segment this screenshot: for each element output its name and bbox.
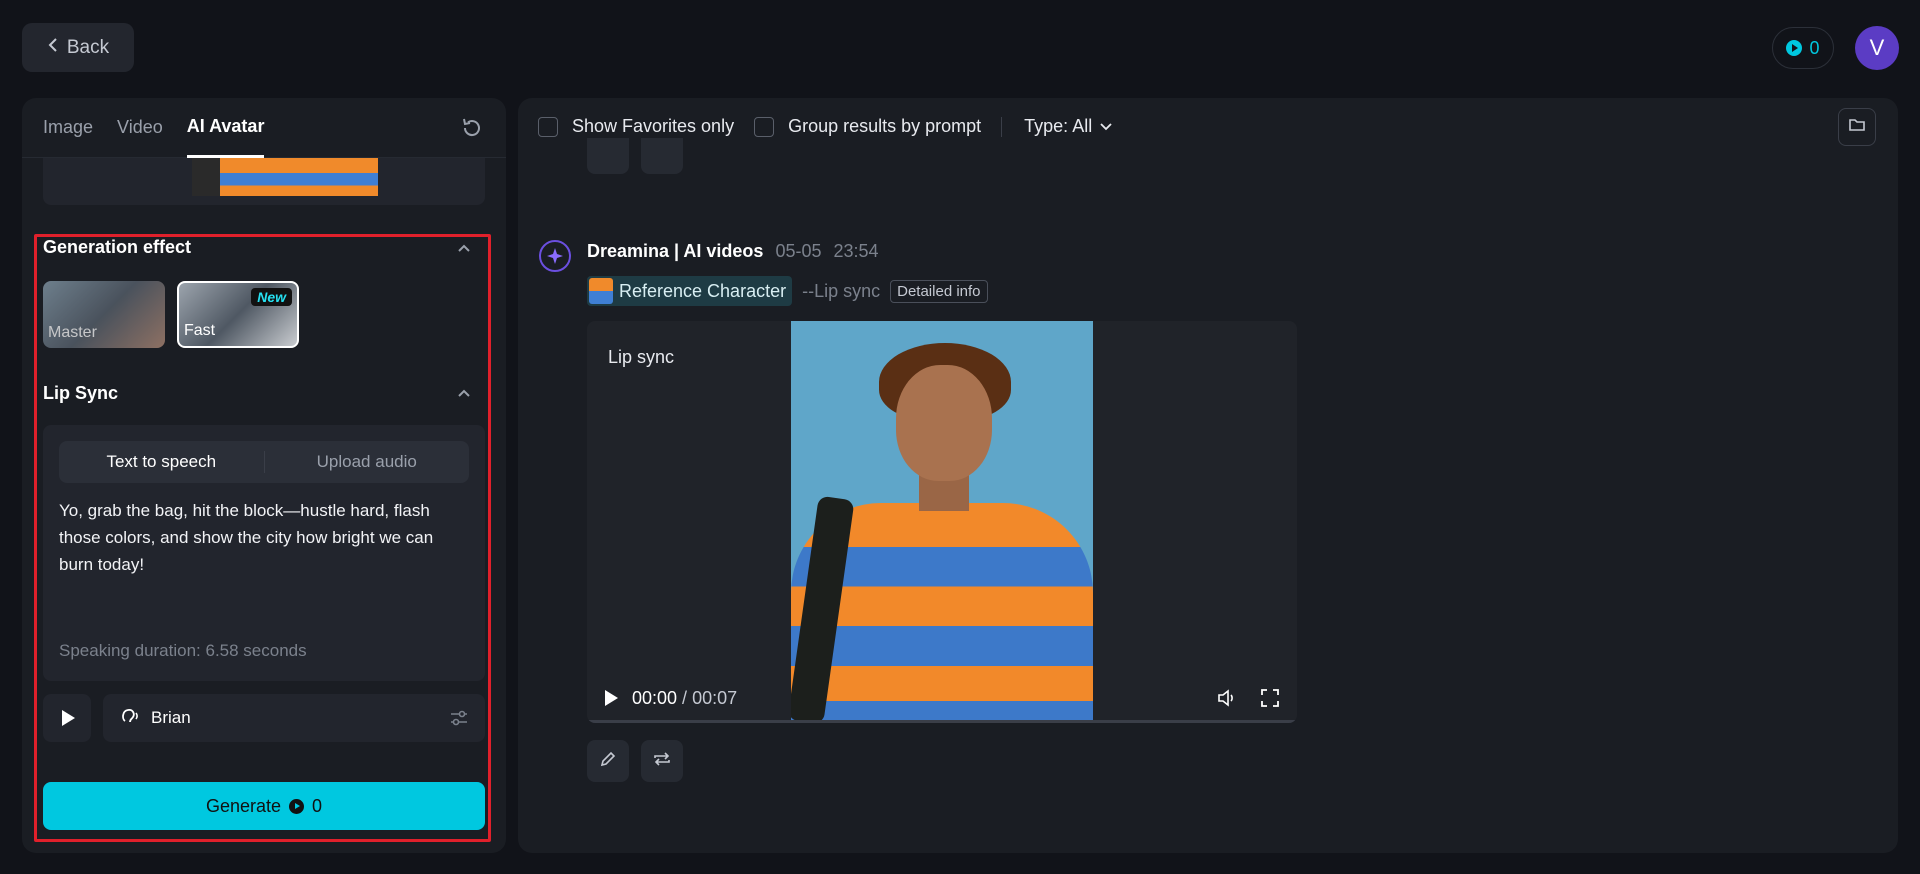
video-label: Lip sync xyxy=(608,347,675,367)
favorites-filter[interactable]: Show Favorites only xyxy=(538,116,734,137)
speech-text-input[interactable]: Yo, grab the bag, hit the block—hustle h… xyxy=(59,497,469,578)
effect-master-label: Master xyxy=(48,324,97,341)
post-time: 23:54 xyxy=(833,241,879,261)
effect-option-fast[interactable]: New Fast xyxy=(177,281,299,348)
lip-sync-box: Text to speech Upload audio Yo, grab the… xyxy=(43,425,485,681)
credits-count: 0 xyxy=(1809,37,1820,58)
video-controls: 00:00 / 00:07 xyxy=(587,673,1297,723)
chevron-down-icon xyxy=(1100,116,1112,137)
generation-panel: Image Video AI Avatar Generation effect … xyxy=(22,98,506,853)
post-author: Dreamina | AI videos xyxy=(587,241,764,261)
type-dropdown[interactable]: Type: All xyxy=(1024,116,1112,137)
total-duration: 00:07 xyxy=(692,687,738,708)
play-icon[interactable] xyxy=(605,690,618,706)
tab-video[interactable]: Video xyxy=(117,98,163,158)
avatar-initial: V xyxy=(1869,35,1885,60)
character-chip-label: Reference Character xyxy=(619,280,787,301)
voice-icon xyxy=(119,705,141,732)
previous-edit-button[interactable] xyxy=(587,138,629,174)
repeat-icon xyxy=(652,750,672,773)
prompt-row: Reference Character --Lip sync Detailed … xyxy=(587,276,988,306)
speaking-duration: Speaking duration: 6.58 seconds xyxy=(59,641,307,660)
generation-effect-title: Generation effect xyxy=(43,237,192,257)
voice-name: Brian xyxy=(151,708,191,727)
pencil-icon xyxy=(599,750,617,773)
chevron-left-icon xyxy=(47,37,59,59)
voice-settings-icon[interactable] xyxy=(449,708,469,733)
favorites-label: Show Favorites only xyxy=(572,116,735,136)
current-time: 00:00 xyxy=(632,687,678,708)
reference-character-chip[interactable]: Reference Character xyxy=(587,276,793,306)
fullscreen-icon[interactable] xyxy=(1261,689,1279,712)
collapse-generation-effect-icon[interactable] xyxy=(457,241,471,255)
group-checkbox[interactable] xyxy=(754,116,775,137)
video-frame xyxy=(791,321,1093,723)
group-filter[interactable]: Group results by prompt xyxy=(754,116,981,137)
dreamina-logo-icon xyxy=(539,240,571,272)
play-icon xyxy=(62,710,75,726)
text-to-speech-button[interactable]: Text to speech xyxy=(59,441,264,483)
filter-divider xyxy=(1001,116,1003,137)
group-label: Group results by prompt xyxy=(788,116,982,136)
generate-button[interactable]: Generate 0 xyxy=(43,782,485,830)
generate-cost: 0 xyxy=(312,795,323,816)
regenerate-button[interactable] xyxy=(641,740,683,782)
filter-bar: Show Favorites only Group results by pro… xyxy=(538,116,1132,137)
folder-icon xyxy=(1848,117,1866,138)
folder-button[interactable] xyxy=(1838,108,1876,146)
tab-ai-avatar[interactable]: AI Avatar xyxy=(186,98,265,158)
lip-sync-title: Lip Sync xyxy=(43,383,119,403)
favorites-checkbox[interactable] xyxy=(538,116,558,137)
preview-voice-button[interactable] xyxy=(43,694,91,742)
effect-fast-label: Fast xyxy=(184,322,216,339)
mode-text: --Lip sync xyxy=(802,280,881,301)
reference-character-preview xyxy=(43,158,485,205)
character-thumbnail xyxy=(589,278,613,304)
credit-coin-icon xyxy=(1786,40,1803,56)
volume-icon[interactable] xyxy=(1217,689,1237,712)
type-label: Type: All xyxy=(1024,116,1093,136)
collapse-lip-sync-icon[interactable] xyxy=(457,386,471,400)
credits-balance[interactable]: 0 xyxy=(1772,27,1834,69)
post-header: Dreamina | AI videos 05-05 23:54 xyxy=(587,241,879,262)
reference-thumbnail[interactable] xyxy=(192,158,378,196)
upload-audio-button[interactable]: Upload audio xyxy=(265,441,470,483)
new-badge: New xyxy=(251,288,292,306)
back-button[interactable]: Back xyxy=(22,23,134,72)
head-shape xyxy=(896,365,992,481)
effect-option-master[interactable]: Master xyxy=(43,281,165,348)
results-panel: Show Favorites only Group results by pro… xyxy=(518,98,1898,853)
user-avatar[interactable]: V xyxy=(1855,26,1899,70)
video-player[interactable]: Lip sync 00:00 / 00:07 xyxy=(587,321,1297,723)
post-date: 05-05 xyxy=(775,241,822,261)
back-label: Back xyxy=(66,36,110,58)
time-separator: / xyxy=(682,687,688,708)
credit-coin-icon xyxy=(289,798,305,814)
reset-icon[interactable] xyxy=(460,116,484,140)
tab-image[interactable]: Image xyxy=(43,98,93,158)
generate-label: Generate xyxy=(205,795,282,816)
mode-tabs: Image Video AI Avatar xyxy=(22,98,506,158)
detailed-info-button[interactable]: Detailed info xyxy=(890,279,988,303)
progress-bar[interactable] xyxy=(587,720,1297,723)
previous-regenerate-button[interactable] xyxy=(641,138,683,174)
audio-source-toggle: Text to speech Upload audio xyxy=(59,441,469,483)
voice-selector[interactable]: Brian xyxy=(103,694,485,742)
edit-button[interactable] xyxy=(587,740,629,782)
